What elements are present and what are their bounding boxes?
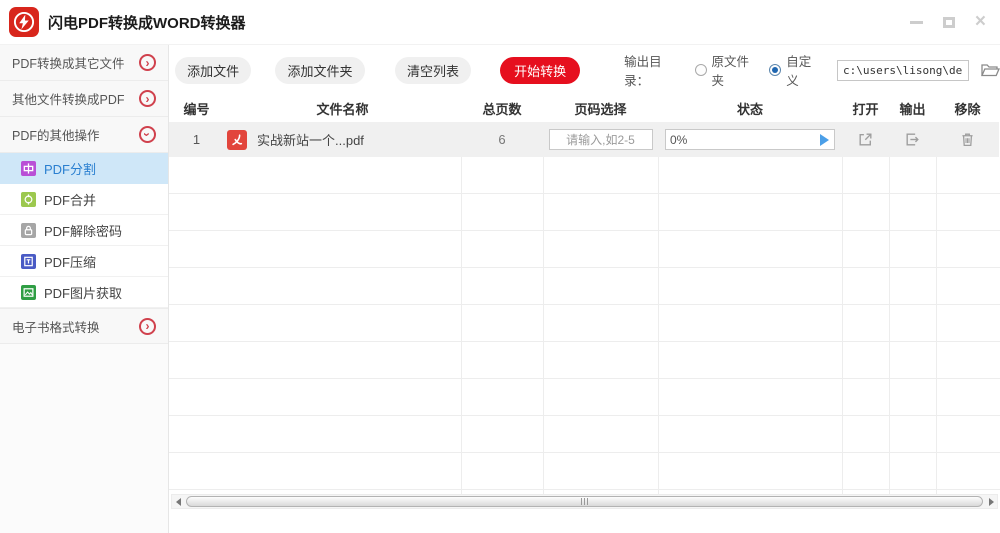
grid-vline — [461, 157, 462, 494]
radio-original-folder[interactable]: 原文件夹 — [694, 51, 759, 89]
col-header-open: 打开 — [852, 102, 879, 117]
grid-vline — [842, 157, 843, 494]
pdf-merge-icon — [21, 191, 36, 207]
pdf-image-icon — [21, 284, 36, 300]
col-header-filename: 文件名称 — [316, 102, 369, 117]
scrollbar-grip-icon — [580, 498, 589, 505]
radio-label: 自定义 — [786, 55, 812, 88]
radio-custom-folder[interactable]: 自定义 — [769, 51, 821, 89]
col-header-remove: 移除 — [954, 102, 981, 117]
sidebar-item-label: PDF合并 — [44, 192, 97, 208]
maximize-icon[interactable] — [942, 16, 955, 28]
sidebar-group-pdf-to-other[interactable]: PDF转换成其它文件 › — [0, 45, 168, 81]
output-file-button[interactable] — [904, 131, 921, 148]
sidebar-group-pdf-other-ops[interactable]: PDF的其他操作 › — [0, 117, 168, 153]
chevron-right-icon: › — [139, 317, 156, 335]
sidebar: PDF转换成其它文件 › 其他文件转换成PDF › PDF的其他操作 › PDF… — [0, 45, 169, 533]
app-window: 闪电PDF转换成WORD转换器 × PDF转换成其它文件 › 其他文件转换成PD… — [0, 0, 1000, 533]
grid-vline — [658, 157, 659, 494]
grid-vline — [889, 157, 890, 494]
output-directory-section: 输出目录： 原文件夹 自定义 — [624, 51, 1000, 89]
progress-value: 0% — [670, 132, 688, 147]
file-cell: 实战新站一个...pdf — [224, 129, 461, 150]
col-header-pages: 总页数 — [482, 102, 522, 117]
radio-unchecked-icon — [694, 64, 707, 76]
window-controls: × — [909, 12, 1000, 31]
sidebar-group-other-to-pdf[interactable]: 其他文件转换成PDF › — [0, 81, 168, 117]
sidebar-item-pdf-merge[interactable]: PDF合并 — [0, 184, 168, 215]
right-triangle-icon — [988, 497, 994, 506]
close-icon[interactable]: × — [975, 12, 986, 31]
total-pages: 6 — [498, 132, 506, 147]
sidebar-item-label: PDF分割 — [44, 161, 97, 177]
radio-checked-icon — [769, 64, 782, 76]
sidebar-item-label: PDF图片获取 — [44, 285, 123, 301]
sidebar-item-label: PDF压缩 — [44, 254, 97, 270]
grid-vline — [543, 157, 544, 494]
pdf-unlock-icon — [21, 222, 36, 238]
output-directory-label: 输出目录： — [624, 55, 662, 88]
add-folder-button[interactable]: 添加文件夹 — [275, 56, 365, 84]
clear-list-button[interactable]: 清空列表 — [394, 56, 472, 84]
horizontal-scrollbar — [171, 494, 998, 509]
remove-file-button[interactable] — [959, 131, 976, 148]
add-file-button[interactable]: 添加文件 — [175, 56, 252, 84]
page-select-cell — [543, 129, 658, 150]
pdf-file-icon — [227, 129, 247, 150]
pdf-split-icon — [21, 160, 36, 176]
browse-folder-button[interactable] — [980, 62, 1000, 78]
group-label: PDF转换成其它文件 — [12, 57, 125, 71]
col-header-no: 编号 — [183, 102, 210, 117]
scroll-left-arrow[interactable] — [172, 495, 184, 508]
file-name: 实战新站一个...pdf — [257, 133, 364, 148]
start-convert-button[interactable]: 开始转换 — [500, 56, 581, 84]
status-cell: 0% — [658, 129, 842, 150]
col-header-status: 状态 — [736, 102, 763, 117]
chevron-right-icon: › — [139, 90, 156, 107]
page-select-input[interactable] — [548, 129, 653, 150]
external-link-icon — [857, 133, 874, 151]
empty-file-list-grid — [169, 157, 1000, 494]
sidebar-group-ebook-convert[interactable]: 电子书格式转换 › — [0, 308, 168, 344]
titlebar: 闪电PDF转换成WORD转换器 × — [0, 0, 1000, 45]
window-title: 闪电PDF转换成WORD转换器 — [48, 14, 246, 32]
row-number: 1 — [192, 132, 201, 147]
app-logo-icon — [9, 7, 39, 37]
folder-icon — [980, 64, 1000, 81]
radio-label: 原文件夹 — [711, 55, 750, 88]
grid-vline — [936, 157, 937, 494]
group-label: PDF的其他操作 — [12, 129, 100, 143]
chevron-right-icon: › — [139, 54, 156, 71]
play-icon[interactable] — [820, 133, 829, 146]
group-label: 其他文件转换成PDF — [12, 93, 125, 107]
sidebar-item-pdf-unlock[interactable]: PDF解除密码 — [0, 215, 168, 246]
col-header-page-select: 页码选择 — [574, 102, 627, 117]
minimize-icon[interactable] — [909, 20, 923, 24]
left-triangle-icon — [175, 497, 181, 506]
output-path-input[interactable] — [837, 59, 970, 81]
trash-icon — [959, 133, 976, 151]
col-header-output: 输出 — [899, 102, 926, 117]
pdf-compress-icon — [21, 253, 36, 269]
scrollbar-thumb[interactable] — [186, 496, 983, 507]
toolbar: 添加文件 添加文件夹 清空列表 开始转换 输出目录： 原文件夹 自定义 — [169, 45, 1000, 95]
sidebar-item-label: PDF解除密码 — [44, 223, 123, 239]
table-row: 1 实战新站一个...pdf 6 0% — [169, 122, 999, 157]
scroll-right-arrow[interactable] — [985, 495, 997, 508]
open-file-button[interactable] — [857, 131, 874, 148]
table-header: 编号 文件名称 总页数 页码选择 状态 打开 输出 移除 — [169, 95, 999, 122]
chevron-down-icon: › — [139, 126, 156, 143]
sidebar-item-pdf-split[interactable]: PDF分割 — [0, 153, 168, 184]
sidebar-item-pdf-image-extract[interactable]: PDF图片获取 — [0, 277, 168, 308]
group-label: 电子书格式转换 — [12, 320, 100, 335]
main-panel: 添加文件 添加文件夹 清空列表 开始转换 输出目录： 原文件夹 自定义 c:\u… — [169, 45, 1000, 533]
progress-bar: 0% — [665, 129, 835, 150]
export-icon — [904, 133, 921, 151]
sidebar-item-pdf-compress[interactable]: PDF压缩 — [0, 246, 168, 277]
